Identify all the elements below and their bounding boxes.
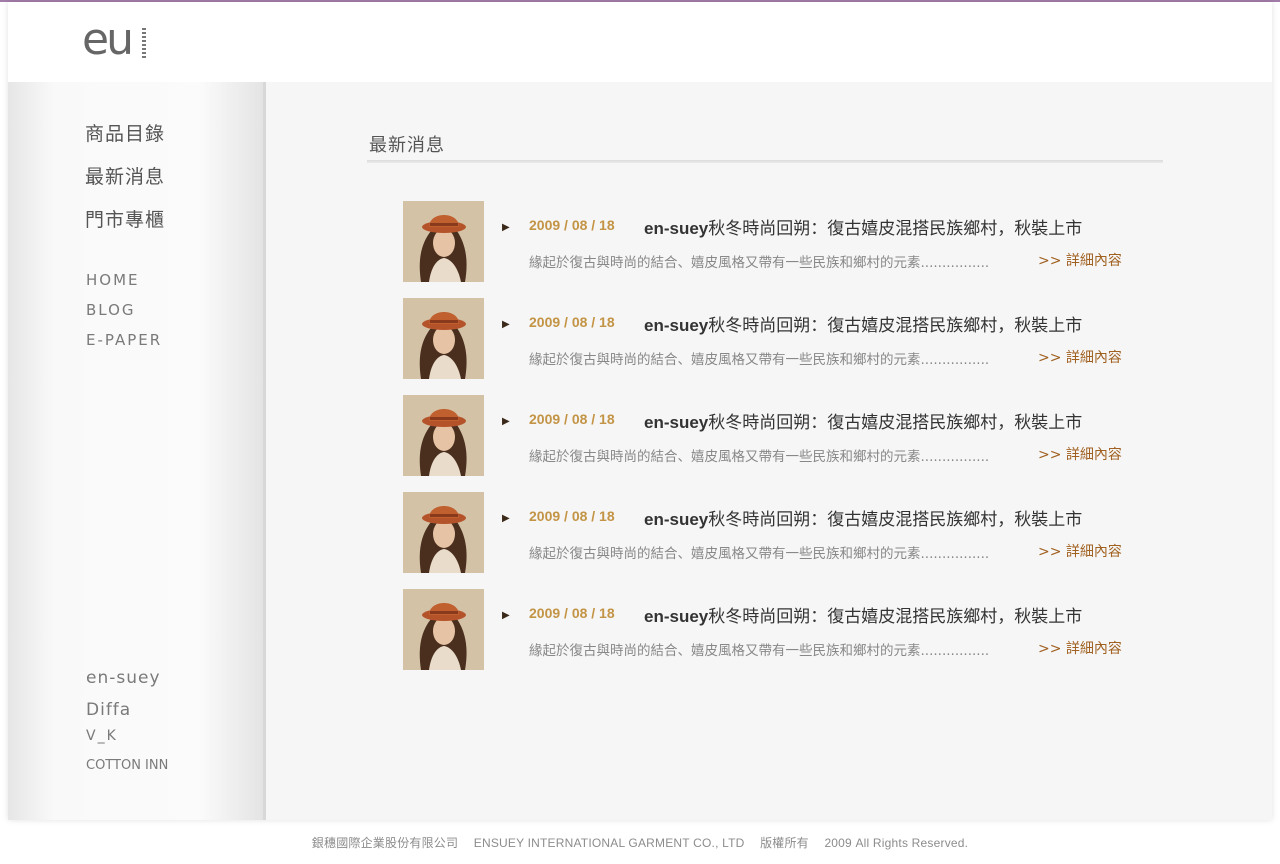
news-title-brand: en-suey (644, 607, 709, 626)
header: eu (8, 2, 1272, 82)
news-title[interactable]: en-suey秋冬時尚回朔：復古嬉皮混搭民族鄉村，秋裝上市 (644, 408, 1082, 433)
section-title: 最新消息 (369, 135, 445, 156)
news-list: ▶ 2009 / 08 / 18 en-suey秋冬時尚回朔：復古嬉皮混搭民族鄉… (403, 201, 1163, 686)
nav-item-catalog[interactable]: 商品目錄 (85, 120, 165, 163)
news-title-text: 秋冬時尚回朔：復古嬉皮混搭民族鄉村，秋裝上市 (708, 219, 1083, 238)
bullet-arrow-icon: ▶ (502, 513, 510, 524)
news-detail-link[interactable]: >> 詳細內容 (1038, 638, 1122, 658)
news-photo-icon (403, 298, 484, 379)
news-summary: 緣起於復古與時尚的結合、嬉皮風格又帶有一些民族和鄉村的元素...........… (529, 255, 990, 271)
news-summary: 緣起於復古與時尚的結合、嬉皮風格又帶有一些民族和鄉村的元素...........… (529, 352, 990, 368)
news-date: 2009 / 08 / 18 (529, 605, 615, 621)
news-thumbnail[interactable] (403, 395, 484, 476)
nav-item-stores[interactable]: 門市專櫃 (85, 206, 165, 249)
news-summary: 緣起於復古與時尚的結合、嬉皮風格又帶有一些民族和鄉村的元素...........… (529, 546, 990, 562)
news-thumbnail[interactable] (403, 492, 484, 573)
news-thumbnail[interactable] (403, 298, 484, 379)
nav-item-news[interactable]: 最新消息 (85, 163, 165, 206)
footer-copyright-en: 2009 All Rights Reserved. (824, 836, 969, 850)
news-detail-link[interactable]: >> 詳細內容 (1038, 347, 1122, 367)
main-nav: 商品目錄 最新消息 門市專櫃 (85, 120, 165, 249)
news-photo-icon (403, 395, 484, 476)
footer: 銀穗國際企業股份有限公司 ENSUEY INTERNATIONAL GARMEN… (0, 834, 1280, 851)
news-item: ▶ 2009 / 08 / 18 en-suey秋冬時尚回朔：復古嬉皮混搭民族鄉… (403, 589, 1163, 686)
news-title[interactable]: en-suey秋冬時尚回朔：復古嬉皮混搭民族鄉村，秋裝上市 (644, 602, 1082, 627)
bullet-arrow-icon: ▶ (502, 222, 510, 233)
brand-nav: en-suey Diffa V_K COTTON INN (86, 666, 168, 776)
news-thumbnail[interactable] (403, 201, 484, 282)
brand-link-en-suey[interactable]: en-suey (86, 666, 168, 698)
brand-link-diffa[interactable]: Diffa (86, 698, 168, 726)
news-title[interactable]: en-suey秋冬時尚回朔：復古嬉皮混搭民族鄉村，秋裝上市 (644, 505, 1082, 530)
news-title-text: 秋冬時尚回朔：復古嬉皮混搭民族鄉村，秋裝上市 (708, 316, 1083, 335)
logo-stripe-icon (142, 28, 146, 60)
news-title[interactable]: en-suey秋冬時尚回朔：復古嬉皮混搭民族鄉村，秋裝上市 (644, 311, 1082, 336)
news-item: ▶ 2009 / 08 / 18 en-suey秋冬時尚回朔：復古嬉皮混搭民族鄉… (403, 298, 1163, 395)
nav-item-home[interactable]: HOME (86, 270, 162, 300)
news-title-brand: en-suey (644, 413, 709, 432)
footer-copyright-zh: 版權所有 (760, 836, 809, 850)
news-date: 2009 / 08 / 18 (529, 508, 615, 524)
news-item: ▶ 2009 / 08 / 18 en-suey秋冬時尚回朔：復古嬉皮混搭民族鄉… (403, 492, 1163, 589)
bullet-arrow-icon: ▶ (502, 416, 510, 427)
bullet-arrow-icon: ▶ (502, 610, 510, 621)
footer-company-zh: 銀穗國際企業股份有限公司 (311, 836, 459, 850)
sub-nav: HOME BLOG E-PAPER (86, 270, 162, 360)
footer-company-en: ENSUEY INTERNATIONAL GARMENT CO., LTD (473, 836, 745, 850)
nav-item-blog[interactable]: BLOG (86, 300, 162, 330)
news-title-brand: en-suey (644, 316, 709, 335)
section-divider (367, 160, 1163, 163)
news-title-brand: en-suey (644, 510, 709, 529)
news-title-text: 秋冬時尚回朔：復古嬉皮混搭民族鄉村，秋裝上市 (708, 607, 1083, 626)
news-date: 2009 / 08 / 18 (529, 411, 615, 427)
news-summary: 緣起於復古與時尚的結合、嬉皮風格又帶有一些民族和鄉村的元素...........… (529, 643, 990, 659)
news-thumbnail[interactable] (403, 589, 484, 670)
news-photo-icon (403, 201, 484, 282)
news-date: 2009 / 08 / 18 (529, 217, 615, 233)
brand-link-cotton-inn[interactable]: COTTON INN (86, 756, 168, 776)
news-detail-link[interactable]: >> 詳細內容 (1038, 541, 1122, 561)
sidebar-divider (263, 82, 266, 820)
news-photo-icon (403, 492, 484, 573)
news-date: 2009 / 08 / 18 (529, 314, 615, 330)
news-summary: 緣起於復古與時尚的結合、嬉皮風格又帶有一些民族和鄉村的元素...........… (529, 449, 990, 465)
site-logo[interactable]: eu (82, 16, 134, 64)
news-item: ▶ 2009 / 08 / 18 en-suey秋冬時尚回朔：復古嬉皮混搭民族鄉… (403, 201, 1163, 298)
news-title-text: 秋冬時尚回朔：復古嬉皮混搭民族鄉村，秋裝上市 (708, 510, 1083, 529)
sidebar: 商品目錄 最新消息 門市專櫃 HOME BLOG E-PAPER en-suey… (8, 82, 263, 820)
news-title[interactable]: en-suey秋冬時尚回朔：復古嬉皮混搭民族鄉村，秋裝上市 (644, 214, 1082, 239)
news-title-brand: en-suey (644, 219, 709, 238)
news-photo-icon (403, 589, 484, 670)
news-detail-link[interactable]: >> 詳細內容 (1038, 444, 1122, 464)
news-detail-link[interactable]: >> 詳細內容 (1038, 250, 1122, 270)
news-item: ▶ 2009 / 08 / 18 en-suey秋冬時尚回朔：復古嬉皮混搭民族鄉… (403, 395, 1163, 492)
news-title-text: 秋冬時尚回朔：復古嬉皮混搭民族鄉村，秋裝上市 (708, 413, 1083, 432)
bullet-arrow-icon: ▶ (502, 319, 510, 330)
nav-item-epaper[interactable]: E-PAPER (86, 330, 162, 360)
brand-link-vk[interactable]: V_K (86, 726, 168, 756)
